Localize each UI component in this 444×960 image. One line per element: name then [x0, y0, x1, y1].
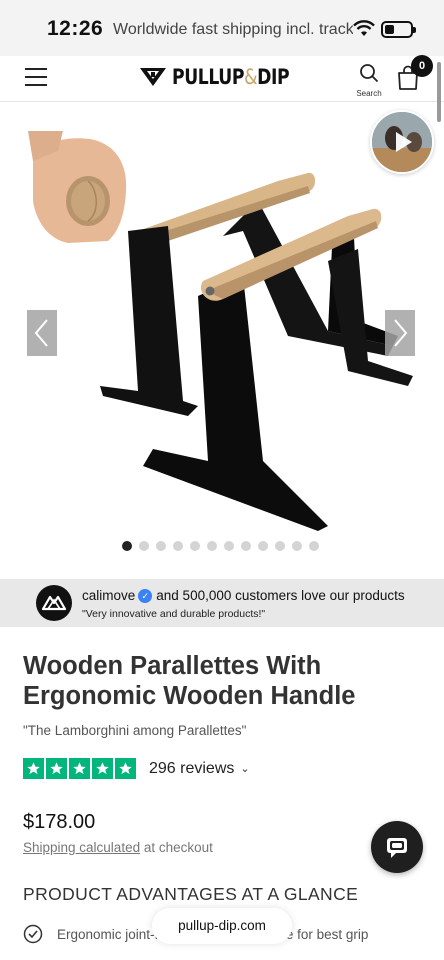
menu-icon[interactable] [25, 68, 47, 86]
gallery-dot[interactable] [309, 541, 319, 551]
check-circle-icon [23, 924, 43, 944]
play-icon [372, 112, 432, 172]
front-parallette [100, 208, 413, 531]
gallery-dot[interactable] [173, 541, 183, 551]
gallery-dot[interactable] [275, 541, 285, 551]
logo-mark-icon [140, 68, 166, 86]
gallery-dot[interactable] [241, 541, 251, 551]
shipping-ticker: Worldwide fast shipping incl. tracki [113, 21, 353, 38]
gallery-dot[interactable] [292, 541, 302, 551]
proof-headline: calimove ✓ and 500,000 customers love our … [82, 588, 405, 603]
previous-image-button[interactable] [27, 310, 57, 356]
star-icon [115, 758, 136, 779]
gallery-dot[interactable] [139, 541, 149, 551]
search-icon [360, 64, 379, 83]
advantages-heading: PRODUCT ADVANTAGES AT A GLANCE [23, 884, 359, 904]
search-label: Search [356, 89, 382, 98]
next-image-button[interactable] [385, 310, 415, 356]
gallery-pagination [122, 541, 319, 551]
chevron-down-icon[interactable]: ⌄ [240, 762, 249, 775]
status-time: 12:26 [47, 17, 104, 40]
site-logo[interactable]: PULLUP&DIP [140, 65, 315, 89]
search-button[interactable]: Search [354, 63, 384, 99]
proof-quote: "Very innovative and durable products!" [82, 608, 266, 620]
shipping-note: Shipping calculated at checkout [23, 840, 213, 855]
shipping-link[interactable]: Shipping calculated [23, 840, 140, 855]
product-title: Wooden Parallettes With Ergonomic Wooden… [23, 652, 356, 710]
gallery-dot[interactable] [207, 541, 217, 551]
product-subtitle: "The Lamborghini among Parallettes" [23, 723, 247, 738]
cart-count-badge: 0 [411, 55, 433, 77]
chat-icon [387, 838, 407, 858]
product-price: $178.00 [23, 811, 96, 833]
social-proof-banner: calimove ✓ and 500,000 customers love our … [0, 579, 444, 627]
gallery-dot[interactable] [258, 541, 268, 551]
chevron-right-icon [394, 319, 408, 347]
video-thumbnail-button[interactable] [370, 110, 434, 174]
calimove-logo [36, 585, 72, 621]
gallery-dot[interactable] [122, 541, 132, 551]
shipping-note-text: at checkout [140, 840, 213, 855]
proof-message: and 500,000 customers love our products [156, 588, 405, 603]
star-icon [69, 758, 90, 779]
star-icon [92, 758, 113, 779]
star-icon [23, 758, 44, 779]
reviews-count[interactable]: 296 reviews [149, 760, 234, 778]
product-image [28, 131, 413, 531]
gallery-dot[interactable] [190, 541, 200, 551]
trustpilot-stars [23, 758, 138, 779]
rating-summary[interactable]: 296 reviews ⌄ [23, 758, 250, 779]
battery-icon [381, 21, 416, 38]
verified-badge-icon: ✓ [138, 589, 153, 603]
page-scrollbar[interactable] [437, 62, 441, 122]
product-gallery[interactable] [0, 103, 444, 578]
chevron-left-icon [34, 319, 48, 347]
gallery-dot[interactable] [156, 541, 166, 551]
chat-button[interactable] [371, 821, 423, 873]
site-header: PULLUP&DIP Search [0, 56, 444, 102]
wifi-icon [353, 20, 375, 36]
hand-grip-image [28, 131, 127, 243]
star-icon [46, 758, 67, 779]
browser-url-bar[interactable]: pullup-dip.com [152, 908, 292, 944]
brand-name: calimove [82, 588, 136, 603]
status-bar: 12:26 Worldwide fast shipping incl. trac… [0, 0, 444, 56]
logo-text: PULLUP&DIP [172, 65, 290, 89]
gallery-dot[interactable] [224, 541, 234, 551]
